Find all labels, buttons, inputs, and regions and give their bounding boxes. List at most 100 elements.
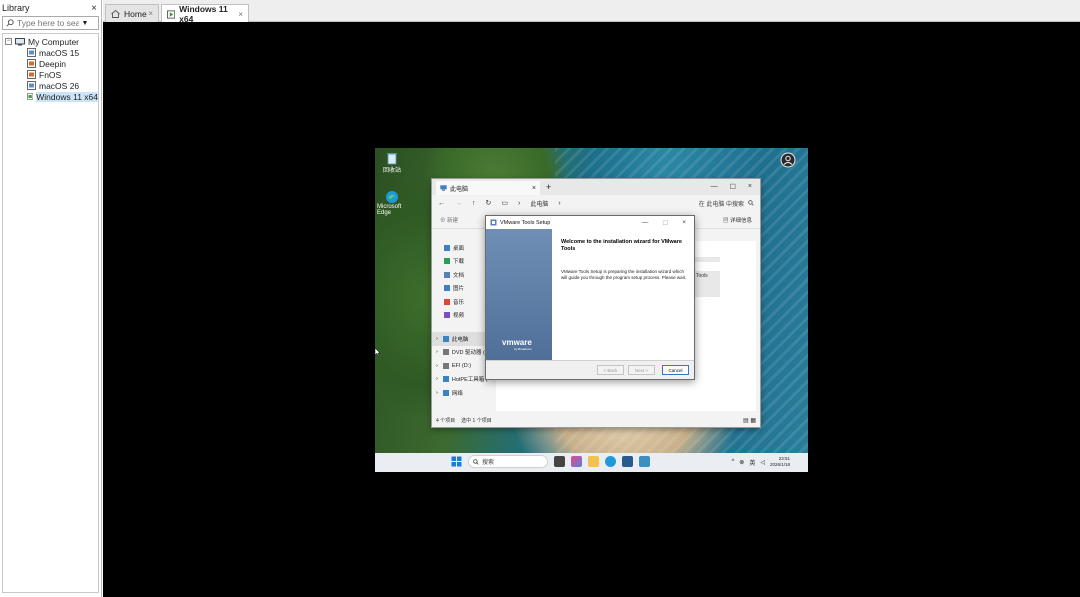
content-item-fragment xyxy=(694,257,720,262)
desktop-icon-recycle-bin[interactable]: 回收站 xyxy=(377,152,407,174)
ime-indicator[interactable]: 英 xyxy=(749,458,755,467)
vm-icon xyxy=(27,70,36,79)
folder-icon xyxy=(444,271,450,278)
tree-item-label: macOS 26 xyxy=(39,80,80,91)
monitor-icon: ▭ xyxy=(501,200,508,207)
chevron-right-icon[interactable]: › xyxy=(436,363,438,369)
library-panel: Library × ▼ − My Computer macOS 15Deepin… xyxy=(0,0,102,597)
guest-taskbar: 搜索 ^ ⊗ 英 ◁ 23:51 2026/1/18 xyxy=(375,453,808,472)
vmware-tools-setup-dialog: VMware Tools Setup — ☐ × vmware by Broad… xyxy=(485,215,695,380)
setup-side-banner: vmware by Broadcom xyxy=(486,229,552,361)
setup-app-icon xyxy=(490,219,497,226)
forward-arrow-icon[interactable]: → xyxy=(455,200,462,207)
content-item-label: Tools xyxy=(696,273,708,279)
refresh-icon[interactable]: ↻ xyxy=(486,199,492,207)
vmware-logo-sub: by Broadcom xyxy=(514,347,532,351)
vm-console[interactable]: 回收站 Microsoft Edge 此电脑 × + — ☐ × ← → ↑ ↻… xyxy=(103,22,1080,597)
chevron-right-icon[interactable]: › xyxy=(436,349,438,355)
chevron-right-icon[interactable]: › xyxy=(436,390,438,396)
desktop-icon-edge[interactable]: Microsoft Edge xyxy=(377,190,407,216)
tree-item-vm[interactable]: macOS 26 xyxy=(3,80,98,91)
store-taskbar-icon[interactable] xyxy=(622,456,633,467)
content-item-selected[interactable]: Tools xyxy=(694,271,720,297)
minimize-button[interactable]: — xyxy=(711,183,718,191)
setup-window-controls: — ☐ × xyxy=(642,219,690,227)
tree-item-vm[interactable]: FnOS xyxy=(3,69,98,80)
close-button[interactable]: × xyxy=(682,219,686,227)
folder-icon xyxy=(442,376,449,383)
nav-item-label: 桌面 xyxy=(453,245,465,252)
search-icon xyxy=(3,19,17,27)
setup-footer: < Back Next > Cancel xyxy=(486,360,694,379)
library-close-button[interactable]: × xyxy=(91,3,97,14)
back-arrow-icon[interactable]: ← xyxy=(438,200,445,207)
new-tab-button[interactable]: + xyxy=(546,182,551,192)
edge-taskbar-icon[interactable] xyxy=(605,456,616,467)
windows-start-icon[interactable] xyxy=(451,456,462,467)
guest-screen[interactable]: 回收站 Microsoft Edge 此电脑 × + — ☐ × ← → ↑ ↻… xyxy=(375,148,808,472)
library-tree: − My Computer macOS 15 Deepin FnOS macOS 26… xyxy=(2,33,99,593)
taskbar-search[interactable]: 搜索 xyxy=(468,455,548,468)
tab-close-icon[interactable]: × xyxy=(238,10,243,19)
library-search-input[interactable] xyxy=(17,18,79,28)
explorer-tab-close-icon[interactable]: × xyxy=(532,185,536,192)
file-explorer-taskbar-icon[interactable] xyxy=(588,456,599,467)
nav-item-label: 下载 xyxy=(453,259,465,266)
explorer-search-box[interactable]: 在 此电脑 中搜索 xyxy=(699,199,754,208)
chevron-right-icon[interactable]: › xyxy=(436,336,438,342)
next-button[interactable]: Next > xyxy=(628,365,655,375)
explorer-tab[interactable]: 此电脑 × xyxy=(436,181,540,195)
details-button[interactable]: ▤ 详细信息 xyxy=(723,216,752,224)
view-toggle-icons[interactable]: ▤ ▦ xyxy=(743,417,756,424)
vm-icon xyxy=(27,93,34,100)
tab-label: Home xyxy=(124,8,147,19)
search-dropdown-icon[interactable]: ▼ xyxy=(79,20,91,27)
task-view-icon[interactable] xyxy=(554,456,565,467)
minimize-button[interactable]: — xyxy=(642,219,649,227)
tab-windows-11-x64[interactable]: Windows 11 x64 × xyxy=(161,4,249,24)
cancel-button[interactable]: Cancel xyxy=(662,365,689,375)
nav-item-label: 图片 xyxy=(453,286,465,293)
clock[interactable]: 23:51 2026/1/18 xyxy=(770,456,790,468)
desktop-user-icon[interactable] xyxy=(778,152,798,180)
tree-item-vm[interactable]: macOS 15 xyxy=(3,47,98,58)
up-arrow-icon[interactable]: ↑ xyxy=(472,200,476,207)
system-tray: ^ ⊗ 英 ◁ 23:51 2026/1/18 xyxy=(731,456,790,468)
widgets-icon[interactable] xyxy=(571,456,582,467)
setup-body: vmware by Broadcom Welcome to the instal… xyxy=(486,229,694,361)
new-button[interactable]: ⊕ 新建 xyxy=(440,216,458,224)
nav-item[interactable]: › 网络 xyxy=(432,386,494,400)
maximize-button[interactable]: ☐ xyxy=(662,219,668,227)
volume-icon[interactable]: ◁ xyxy=(760,459,765,466)
chevron-right-icon[interactable]: › xyxy=(436,376,438,382)
chevron-up-icon[interactable]: ^ xyxy=(731,459,734,465)
folder-icon xyxy=(442,349,449,356)
vmware-setup-taskbar-icon[interactable] xyxy=(639,456,650,467)
desktop-icon-label: Microsoft Edge xyxy=(377,204,402,216)
clock-date: 2026/1/18 xyxy=(769,462,790,467)
collapse-icon[interactable]: − xyxy=(5,38,12,45)
taskbar-center: 搜索 xyxy=(451,455,650,468)
tree-item-vm[interactable]: Deepin xyxy=(3,58,98,69)
setup-titlebar: VMware Tools Setup — ☐ × xyxy=(486,216,694,229)
back-button[interactable]: < Back xyxy=(597,365,624,375)
computer-icon xyxy=(15,37,25,45)
library-search[interactable]: ▼ xyxy=(2,16,99,30)
tree-item-my-computer[interactable]: − My Computer xyxy=(3,36,98,47)
chevron-right-icon: › xyxy=(558,199,561,207)
folder-icon xyxy=(442,362,449,369)
taskbar-search-label: 搜索 xyxy=(482,460,495,466)
maximize-button[interactable]: ☐ xyxy=(730,183,736,191)
tree-item-vm[interactable]: Windows 11 x64 xyxy=(3,91,98,102)
tab-close-icon[interactable]: × xyxy=(148,9,153,18)
vmware-logo-text: vmware xyxy=(502,338,532,347)
breadcrumb[interactable]: 此电脑 xyxy=(530,199,548,208)
tab-home[interactable]: Home × xyxy=(105,4,159,22)
network-icon[interactable]: ⊗ xyxy=(739,459,744,466)
mouse-cursor-icon xyxy=(375,348,380,356)
chevron-right-icon: › xyxy=(518,199,521,207)
explorer-window-controls: — ☐ × xyxy=(711,183,760,191)
close-button[interactable]: × xyxy=(748,183,752,191)
folder-icon xyxy=(442,335,449,342)
desktop-icon-label: 回收站 xyxy=(382,168,401,174)
